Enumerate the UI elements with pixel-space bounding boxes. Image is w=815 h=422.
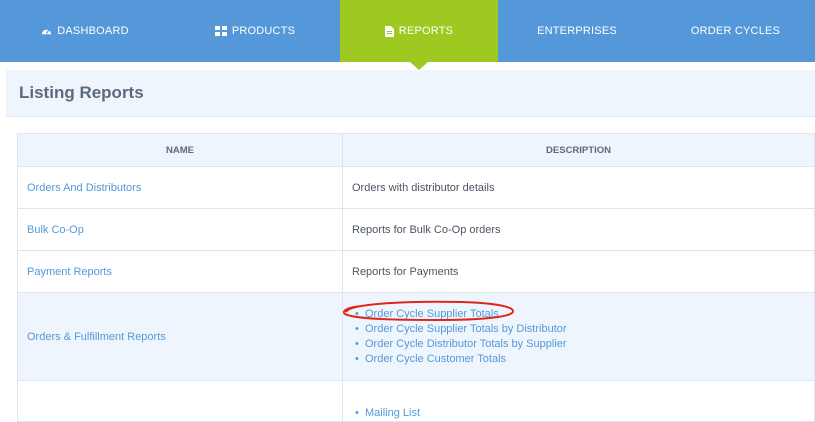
report-link-mailing-list[interactable]: Mailing List xyxy=(352,406,805,421)
nav-dashboard-label: DASHBOARD xyxy=(57,25,129,37)
report-link-distributor-totals-by-supplier[interactable]: Order Cycle Distributor Totals by Suppli… xyxy=(352,337,805,352)
nav-reports[interactable]: REPORTS xyxy=(340,0,498,62)
dashboard-icon xyxy=(41,26,52,37)
nav-reports-label: REPORTS xyxy=(398,25,454,37)
page-header: Listing Reports xyxy=(6,70,815,117)
report-description: Reports for Bulk Co-Op orders xyxy=(352,223,501,236)
nav-products[interactable]: PRODUCTS xyxy=(170,0,340,62)
nav-products-label: PRODUCTS xyxy=(231,25,296,37)
report-description: Orders with distributor details xyxy=(352,181,495,194)
reports-table: NAME DESCRIPTION Orders And Distributors… xyxy=(17,133,815,422)
column-header-name: NAME xyxy=(17,133,343,167)
report-link-orders-and-distributors[interactable]: Orders And Distributors xyxy=(27,182,141,194)
nav-enterprises-label: ENTERPRISES xyxy=(537,25,617,37)
report-description: Reports for Payments xyxy=(352,265,459,278)
nav-enterprises[interactable]: ENTERPRISES xyxy=(498,0,656,62)
nav-order-cycles-label: ORDER CYCLES xyxy=(690,25,781,37)
report-link-supplier-totals-by-distributor[interactable]: Order Cycle Supplier Totals by Distribut… xyxy=(352,322,805,337)
report-link-payment-reports[interactable]: Payment Reports xyxy=(27,266,112,278)
table-row: Mailing List xyxy=(17,380,815,422)
report-document-icon xyxy=(384,25,394,37)
report-link-customer-totals[interactable]: Order Cycle Customer Totals xyxy=(352,352,805,367)
table-row: Bulk Co-Op Reports for Bulk Co-Op orders xyxy=(17,208,815,251)
report-link-orders-fulfillment[interactable]: Orders & Fulfillment Reports xyxy=(27,331,166,343)
top-nav: DASHBOARD PRODUCTS REPORTS ENTERPRISES O… xyxy=(0,0,815,62)
nav-dashboard[interactable]: DASHBOARD xyxy=(0,0,170,62)
report-link-order-cycle-supplier-totals[interactable]: Order Cycle Supplier Totals xyxy=(352,307,805,322)
table-row: Orders And Distributors Orders with dist… xyxy=(17,166,815,209)
column-header-description: DESCRIPTION xyxy=(342,133,815,167)
table-row: Payment Reports Reports for Payments xyxy=(17,250,815,293)
report-link-bulk-co-op[interactable]: Bulk Co-Op xyxy=(27,224,84,236)
nav-order-cycles[interactable]: ORDER CYCLES xyxy=(656,0,815,62)
fulfillment-report-list: Order Cycle Supplier Totals Order Cycle … xyxy=(352,307,805,367)
products-grid-icon xyxy=(214,26,227,36)
mailing-report-list: Mailing List xyxy=(352,406,805,421)
table-row: Orders & Fulfillment Reports Order Cycle… xyxy=(17,292,815,381)
table-header-row: NAME DESCRIPTION xyxy=(17,133,815,167)
page-title: Listing Reports xyxy=(19,83,144,102)
